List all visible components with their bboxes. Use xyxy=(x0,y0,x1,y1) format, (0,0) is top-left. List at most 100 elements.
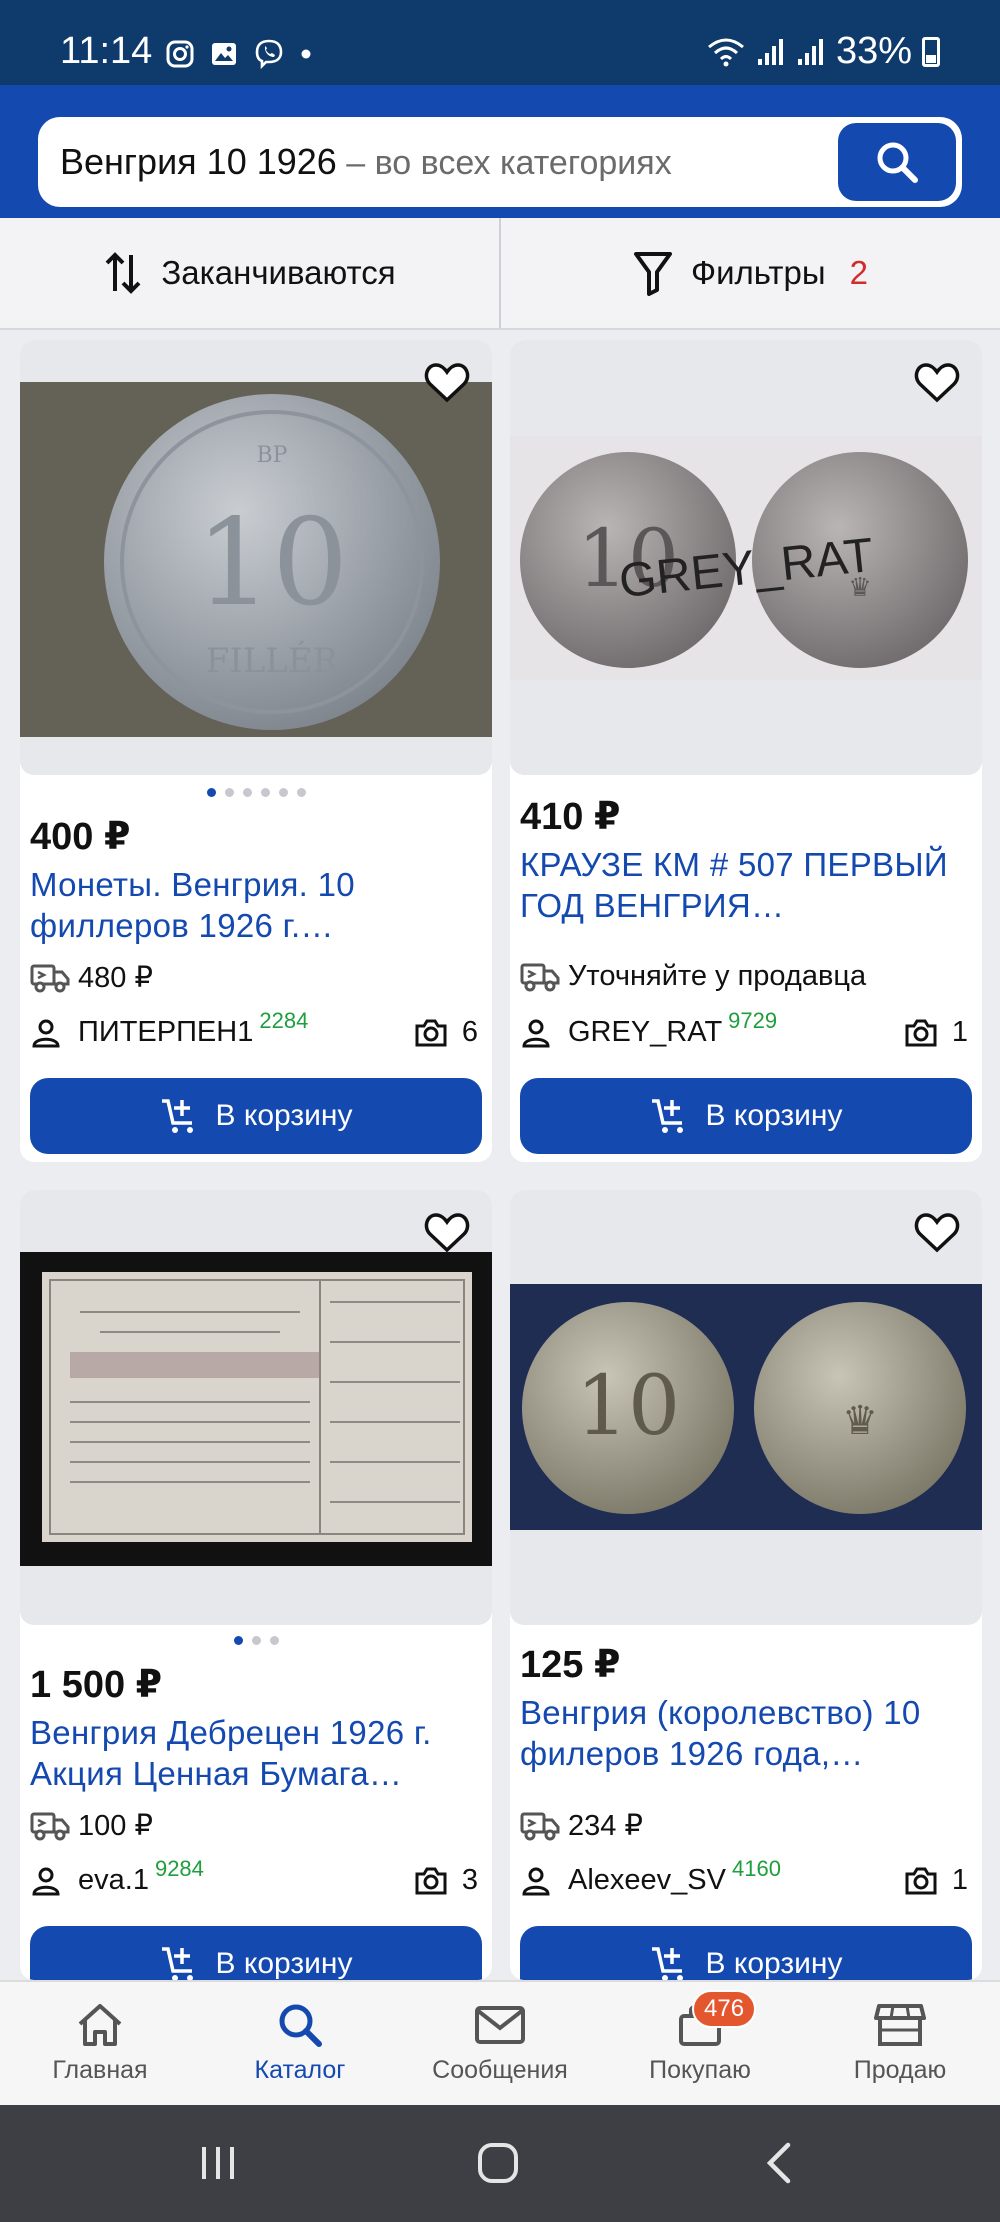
search-button[interactable] xyxy=(838,123,956,201)
listing-title[interactable]: Венгрия (королевство) 10 филеров 1926 го… xyxy=(520,1692,970,1774)
svg-text:10: 10 xyxy=(196,494,349,633)
viber-icon xyxy=(255,39,283,70)
sort-button[interactable]: Заканчиваются xyxy=(0,218,499,328)
photo-count: 6 xyxy=(461,1016,478,1048)
seller-row: GREY_RAT 9729 1 xyxy=(520,1008,968,1049)
listing-title-line: Венгрия Дебрецен 1926 г. xyxy=(30,1714,432,1751)
seller-name[interactable]: GREY_RAT xyxy=(568,1016,722,1049)
nav-label: Каталог xyxy=(254,2056,346,2084)
battery-percent: 33% xyxy=(835,30,912,72)
nav-label: Главная xyxy=(52,2056,148,2084)
filter-icon xyxy=(634,252,673,296)
listing-image[interactable]: 10 ♛ xyxy=(510,1190,982,1625)
sort-arrows-icon xyxy=(105,252,141,294)
svg-text:BP: BP xyxy=(257,443,288,468)
svg-text:♛: ♛ xyxy=(842,1398,878,1444)
nav-messages[interactable]: Сообщения xyxy=(400,1982,600,2105)
nav-catalog[interactable]: Каталог xyxy=(200,1982,400,2105)
image-pagination-dots xyxy=(20,788,492,797)
user-icon xyxy=(32,1019,60,1047)
search-hint: – во всех категориях xyxy=(336,144,672,182)
share-certificate-photo xyxy=(20,1252,492,1566)
add-to-cart-button[interactable]: В корзину xyxy=(520,1926,972,1980)
image-pagination-dots xyxy=(20,1636,492,1645)
sort-filter-bar: Заканчиваются Фильтры 2 xyxy=(0,218,1000,330)
add-to-cart-button[interactable]: В корзину xyxy=(30,1926,482,1980)
nav-buying[interactable]: 476 Покупаю xyxy=(600,1982,800,2105)
add-to-cart-button[interactable]: В корзину xyxy=(30,1078,482,1154)
listing-title-line: ГОД ВЕНГРИЯ… xyxy=(520,887,785,924)
delivery-price: 480 ₽ xyxy=(78,962,153,994)
user-icon xyxy=(522,1019,550,1047)
listing-card[interactable]: 10 FILLÉR BP 400 ₽ Монеты. Венгрия. 10 ф… xyxy=(20,340,492,1162)
listing-image[interactable]: 10 FILLÉR BP xyxy=(20,340,492,775)
search-query: Венгрия 10 1926 xyxy=(60,141,337,182)
seller-name[interactable]: Alexeev_SV xyxy=(568,1864,726,1897)
nav-selling[interactable]: Продаю xyxy=(800,1982,1000,2105)
coin-photo: 10 ♛ GREY_RAT xyxy=(510,436,982,680)
delivery-price: 234 ₽ xyxy=(568,1810,643,1842)
seller-rating: 9284 xyxy=(154,1855,204,1881)
listing-card[interactable]: 10 ♛ 125 ₽ Венгрия (королевство) 10 филе… xyxy=(510,1190,982,1980)
listing-title[interactable]: КРАУЗЕ КМ # 507 ПЕРВЫЙ ГОД ВЕНГРИЯ… xyxy=(520,844,970,926)
seller-row: ПИТЕРПЕН1 2284 6 xyxy=(30,1008,478,1049)
delivery-row: 234 ₽ xyxy=(520,1808,968,1843)
delivery-truck-icon xyxy=(520,1812,560,1840)
wifi-icon xyxy=(707,38,744,66)
seller-name[interactable]: eva.1 xyxy=(78,1864,149,1897)
delivery-row: 480 ₽ xyxy=(30,960,478,995)
dot-icon xyxy=(301,49,311,59)
favorite-heart-icon[interactable] xyxy=(424,1212,470,1254)
coin-photo: 10 ♛ xyxy=(510,1284,982,1530)
listing-price: 1 500 ₽ xyxy=(30,1664,163,1706)
listing-card[interactable]: 1 500 ₽ Венгрия Дебрецен 1926 г. Акция Ц… xyxy=(20,1190,492,1980)
cart-label: В корзину xyxy=(705,1947,843,1980)
favorite-heart-icon[interactable] xyxy=(914,1212,960,1254)
delivery-price: 100 ₽ xyxy=(78,1810,153,1842)
store-icon xyxy=(874,2004,926,2046)
system-navigation-bar xyxy=(0,2105,1000,2222)
filter-count: 2 xyxy=(849,254,868,291)
listing-title-line: филеров 1926 года,… xyxy=(520,1735,864,1772)
signal-icon xyxy=(797,38,823,65)
notification-badge: 476 xyxy=(692,1990,757,2028)
seller-rating: 9729 xyxy=(728,1007,778,1033)
instagram-icon xyxy=(166,40,194,68)
recent-apps-icon[interactable] xyxy=(198,2143,238,2183)
mail-icon xyxy=(475,2006,525,2044)
search-icon xyxy=(877,142,918,183)
favorite-heart-icon[interactable] xyxy=(424,362,470,404)
listing-price: 410 ₽ xyxy=(520,796,621,838)
listing-card[interactable]: 10 ♛ GREY_RAT 410 ₽ КРАУЗЕ КМ # 507 ПЕРВ… xyxy=(510,340,982,1162)
delivery-row: Уточняйте у продавца xyxy=(520,960,968,993)
favorite-heart-icon[interactable] xyxy=(914,362,960,404)
seller-row: eva.1 9284 3 xyxy=(30,1856,478,1897)
delivery-truck-icon xyxy=(520,963,560,991)
add-to-cart-button[interactable]: В корзину xyxy=(520,1078,972,1154)
seller-name[interactable]: ПИТЕРПЕН1 xyxy=(78,1016,253,1049)
home-button-icon[interactable] xyxy=(476,2141,520,2185)
camera-icon xyxy=(415,1867,447,1894)
nav-label: Продаю xyxy=(853,2056,947,2084)
back-icon[interactable] xyxy=(762,2141,794,2185)
nav-home[interactable]: Главная xyxy=(0,1982,200,2105)
listing-title-line: КРАУЗЕ КМ # 507 ПЕРВЫЙ xyxy=(520,846,948,883)
listing-image[interactable]: 10 ♛ GREY_RAT xyxy=(510,340,982,775)
listing-title[interactable]: Монеты. Венгрия. 10 филлеров 1926 г.… xyxy=(30,864,480,946)
cart-label: В корзину xyxy=(215,1947,353,1980)
filter-button[interactable]: Фильтры 2 xyxy=(499,218,1000,328)
camera-icon xyxy=(905,1867,937,1894)
svg-text:FILLÉR: FILLÉR xyxy=(206,640,340,681)
coin-photo: 10 FILLÉR BP xyxy=(20,382,492,737)
cart-add-icon xyxy=(651,1947,683,1980)
status-bar: 11:14 33% xyxy=(0,0,1000,85)
search-input[interactable]: Венгрия 10 1926 – во всех категориях xyxy=(38,117,962,207)
delivery-row: 100 ₽ xyxy=(30,1808,478,1843)
listing-title-line: Монеты. Венгрия. 10 xyxy=(30,866,355,903)
delivery-truck-icon xyxy=(30,964,70,992)
listing-title[interactable]: Венгрия Дебрецен 1926 г. Акция Ценная Бу… xyxy=(30,1712,480,1794)
listing-title-line: филлеров 1926 г.… xyxy=(30,907,334,944)
listing-image[interactable] xyxy=(20,1190,492,1625)
seller-rating: 2284 xyxy=(259,1007,309,1033)
listing-price: 125 ₽ xyxy=(520,1644,621,1686)
